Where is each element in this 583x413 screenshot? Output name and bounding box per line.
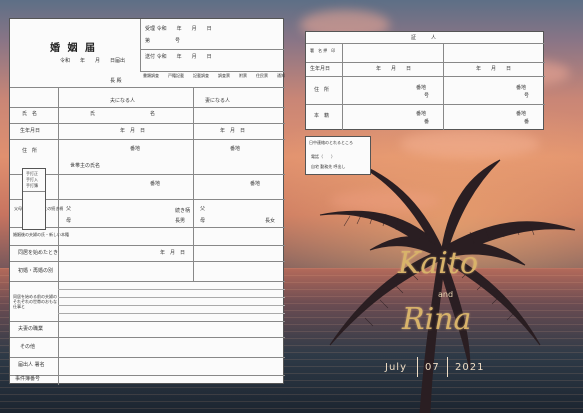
field-text: 父 [66,206,72,212]
witness-label: 住 所 [314,87,330,93]
date-row[interactable]: 令和 年 月 日届出 [60,59,125,64]
witness-field: 号 [524,93,530,99]
field-text: 母 [66,218,72,224]
witness-label: 署 名 押 印 [310,48,336,53]
row-label: その他 [20,344,36,350]
conjunction: and [438,290,454,299]
field-text: 名 [150,111,156,117]
witness-panel: 証 人 署 名 押 印 生年月日 年 月 日 年 月 日 住 所 番地 番地 号… [305,31,545,130]
witness-label: 生年月日 [310,66,331,72]
field-text: 長女 [265,218,276,224]
row-label: 氏 名 [22,111,38,117]
stamp-label: 手打正 [26,171,38,176]
field-text: 母 [200,218,206,224]
field-text: 年 月 日 [220,128,246,134]
date-divider [447,357,448,377]
field-text: 氏 [90,111,96,117]
witness-field: 番地 [516,111,527,117]
check-label: 書類調査 [143,73,159,78]
row-label: 生年月日 [20,128,41,134]
witness-label: 本 籍 [314,113,330,119]
field-text: 続き柄 [175,208,191,214]
witness-title: 証 人 [411,35,437,41]
date-day: 07 [425,362,440,373]
row-label: 同居を始めたとき [18,250,59,256]
marriage-registration-form: 婚 姻 届 受理 令和 年 月 日 第 号 送付 令和 年 月 日 令和 年 月… [9,18,285,385]
column-husband: 夫になる人 [110,98,136,104]
witness-field: 番 [524,119,530,125]
date-divider [417,357,418,377]
stamp-label: 手打入 [26,177,38,182]
check-label: 記載調査 [193,73,209,78]
contact-title: 日中連絡のとれるところ [309,140,353,145]
groom-name: Kaito [398,246,479,281]
witness-field: 番地 [416,111,427,117]
row-label: 初婚・再婚の別 [18,268,54,274]
row-label: 住 所 [22,148,38,154]
witness-field: 番地 [416,85,427,91]
date-year: 2021 [455,362,485,373]
check-label: 住民票 [256,73,268,78]
stamp-label: 手打簿 [26,183,38,188]
row-label: 同居を始める前の夫婦のそれぞれの世帯のおもな仕事と [13,294,57,310]
bride-name: Rina [402,302,472,337]
field-text: 年 月 日 [160,250,186,256]
stamp-box: 手打正 手打入 手打簿 [22,168,46,230]
contact-options[interactable]: 自宅 勤務先 呼出し [311,165,346,169]
field-text: 番地 [250,181,261,187]
row-label: 届出人 署名 [18,362,45,368]
row-label: 婚姻後の夫婦の氏・新しい本籍 [13,232,69,237]
field-text: 長男 [175,218,186,224]
row-label: 事件簿番号 [15,376,41,382]
witness-date: 年 月 日 [376,66,412,72]
form-title: 婚 姻 届 [50,43,97,54]
witness-field: 番 [424,119,430,125]
sent-row: 送付 令和 年 月 日 [145,54,212,60]
contact-panel: 日中連絡のとれるところ 電話（ ） 自宅 勤務先 呼出し [305,136,371,175]
check-label: 附票 [239,73,247,78]
column-wife: 妻になる人 [205,98,231,104]
check-label: 戸籍記載 [168,73,184,78]
field-text: 番地 [130,146,141,152]
witness-field: 番地 [516,85,527,91]
received-row: 受理 令和 年 月 日 [145,26,212,32]
field-text: 父 [200,206,206,212]
number-label: 第 号 [145,38,181,44]
field-text: 番地 [230,146,241,152]
witness-date: 年 月 日 [476,66,512,72]
contact-phone[interactable]: 電話（ ） [311,155,335,159]
field-text: 年 月 日 [120,128,146,134]
chief-label: 長 殿 [110,78,122,84]
row-label: 夫妻の職業 [18,326,44,332]
field-text: 番地 [150,181,161,187]
check-label: 調査票 [218,73,230,78]
witness-field: 号 [424,93,430,99]
field-text: 世帯主の氏名 [70,163,101,169]
check-label: 通知 [277,73,285,78]
date-month: July [385,362,407,373]
